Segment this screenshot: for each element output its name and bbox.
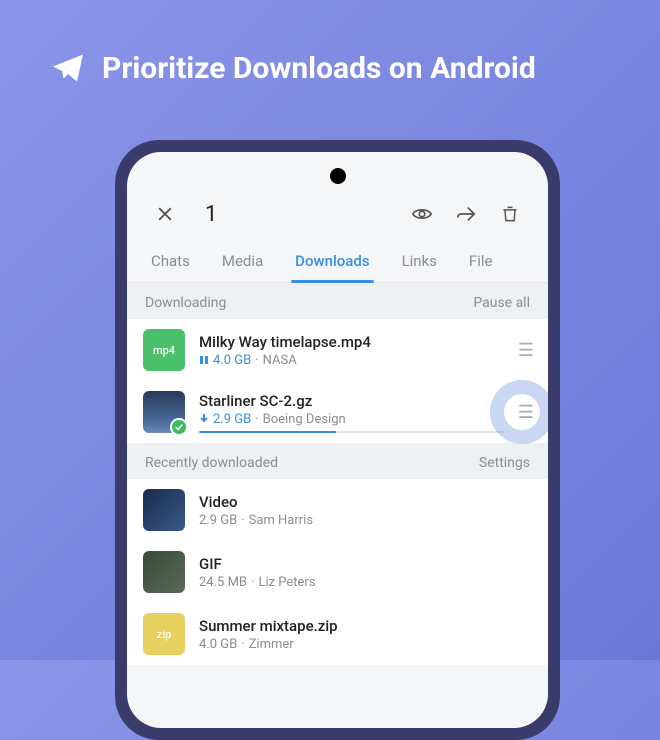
selected-check-icon [170,418,188,436]
downloading-list: mp4 Milky Way timelapse.mp4 4.0 GB · NAS… [127,319,548,443]
pause-all-button[interactable]: Pause all [473,295,530,311]
tabs-bar: Chats Media Downloads Links File [127,242,548,283]
view-button[interactable] [404,196,440,232]
pause-icon [199,355,209,365]
drag-handle-icon[interactable]: ☰ [518,340,532,361]
file-title: Milky Way timelapse.mp4 [199,333,504,351]
promo-title: Prioritize Downloads on Android [102,51,536,86]
telegram-logo-icon [50,50,86,86]
download-item-body: Milky Way timelapse.mp4 4.0 GB · NASA [199,333,504,368]
list-item[interactable]: Video 2.9 GB · Sam Harris [127,479,548,541]
section-header-recent: Recently downloaded Settings [127,443,548,479]
section-title: Downloading [145,295,226,311]
file-title: GIF [199,555,532,573]
tab-files[interactable]: File [453,242,509,282]
tab-links[interactable]: Links [386,242,453,282]
file-title: Starliner SC-2.gz [199,392,504,410]
download-arrow-icon [199,414,209,424]
forward-icon [455,203,477,225]
file-title: Video [199,493,532,511]
list-item-body: Summer mixtape.zip 4.0 GB · Zimmer [199,617,532,652]
file-thumbnail: zip [143,613,185,655]
selection-toolbar: 1 [127,152,548,242]
promo-header: Prioritize Downloads on Android [0,0,660,116]
download-item[interactable]: Starliner SC-2.gz 2.9 GB · Boeing Design… [127,381,548,443]
phone-frame: 1 Chats Media Downloads Links File Downl… [115,140,560,740]
phone-screen: 1 Chats Media Downloads Links File Downl… [127,152,548,728]
selection-count: 1 [205,202,396,227]
file-thumbnail [143,489,185,531]
eye-icon [411,203,433,225]
download-item[interactable]: mp4 Milky Way timelapse.mp4 4.0 GB · NAS… [127,319,548,381]
list-item[interactable]: zip Summer mixtape.zip 4.0 GB · Zimmer [127,603,548,665]
close-icon [155,204,175,224]
forward-button[interactable] [448,196,484,232]
settings-button[interactable]: Settings [479,455,530,471]
close-button[interactable] [147,196,183,232]
delete-button[interactable] [492,196,528,232]
download-item-body: Starliner SC-2.gz 2.9 GB · Boeing Design [199,392,504,433]
progress-bar [199,431,504,433]
tab-downloads[interactable]: Downloads [279,242,385,282]
camera-notch [330,168,346,184]
list-item-body: GIF 24.5 MB · Liz Peters [199,555,532,590]
file-subtitle: 2.9 GB · Sam Harris [199,513,532,528]
file-subtitle: 2.9 GB · Boeing Design [199,412,504,427]
tab-media[interactable]: Media [206,242,279,282]
file-subtitle: 4.0 GB · Zimmer [199,637,532,652]
trash-icon [500,204,520,224]
section-header-downloading: Downloading Pause all [127,283,548,319]
drag-handle-icon[interactable]: ☰ [518,402,532,423]
recent-list: Video 2.9 GB · Sam Harris GIF 24.5 MB · … [127,479,548,665]
file-subtitle: 4.0 GB · NASA [199,353,504,368]
file-thumbnail [143,551,185,593]
section-title: Recently downloaded [145,455,278,471]
file-subtitle: 24.5 MB · Liz Peters [199,575,532,590]
list-item[interactable]: GIF 24.5 MB · Liz Peters [127,541,548,603]
list-item-body: Video 2.9 GB · Sam Harris [199,493,532,528]
file-title: Summer mixtape.zip [199,617,532,635]
tab-chats[interactable]: Chats [135,242,206,282]
file-thumbnail: mp4 [143,329,185,371]
file-thumbnail [143,391,185,433]
